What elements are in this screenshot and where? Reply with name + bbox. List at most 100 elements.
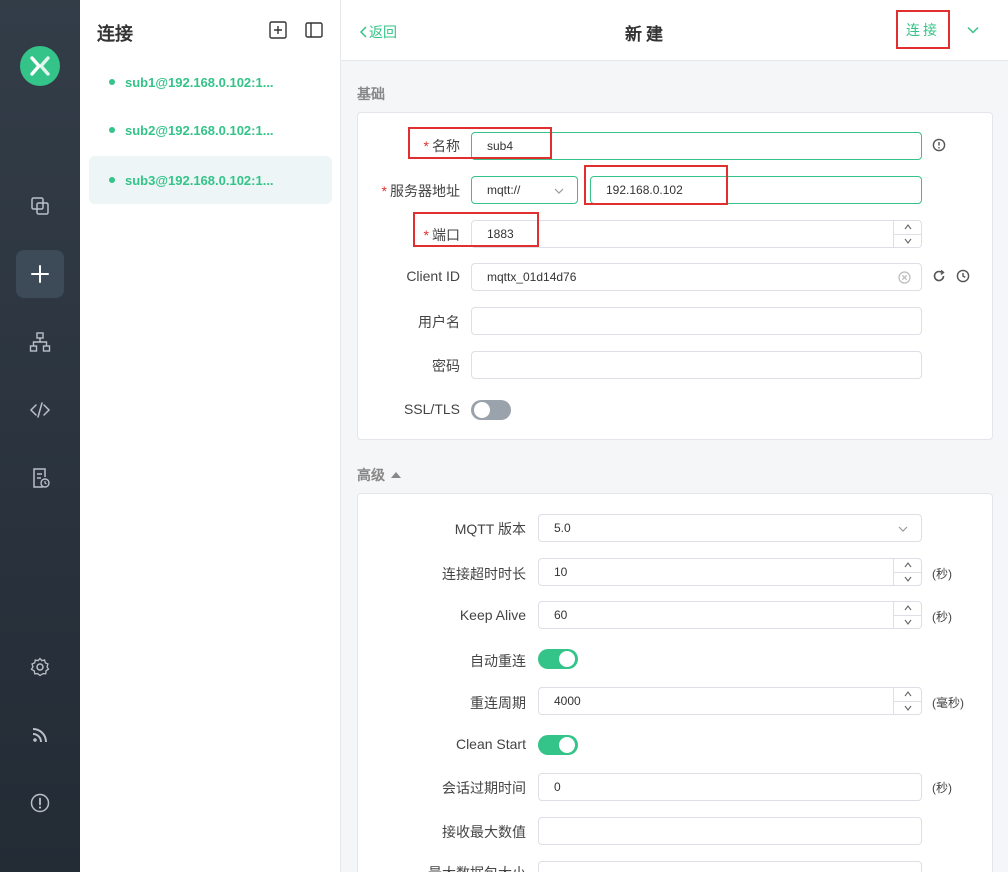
session-expiry-value: 0 bbox=[554, 780, 561, 794]
keepalive-label: Keep Alive bbox=[459, 607, 526, 623]
host-label: * 服务器地址 bbox=[381, 183, 460, 199]
toggle-sidebar-icon[interactable] bbox=[305, 21, 323, 39]
decrement-button[interactable] bbox=[894, 700, 921, 715]
plus-icon bbox=[31, 265, 49, 283]
connection-label: sub3@192.168.0.102:1... bbox=[125, 172, 274, 188]
connection-item[interactable]: sub3@192.168.0.102:1... bbox=[89, 156, 332, 204]
mqtt-version-value: 5.0 bbox=[554, 521, 571, 535]
timeout-value: 10 bbox=[554, 565, 568, 579]
chevron-down-icon bbox=[904, 705, 911, 711]
status-dot bbox=[109, 79, 115, 85]
port-value: 1883 bbox=[487, 227, 514, 241]
receive-max-input[interactable] bbox=[538, 817, 922, 845]
ssl-toggle[interactable] bbox=[471, 400, 511, 420]
connect-label: 连接 bbox=[906, 21, 940, 38]
chevron-up-icon bbox=[904, 691, 911, 697]
clean-start-label: Clean Start bbox=[455, 736, 526, 752]
decrement-button[interactable] bbox=[894, 571, 921, 586]
increment-button[interactable] bbox=[894, 559, 921, 572]
advanced-section-label[interactable]: 高级 bbox=[357, 465, 402, 485]
chevron-down-icon bbox=[904, 619, 911, 625]
decrement-button[interactable] bbox=[894, 614, 921, 629]
keepalive-value: 60 bbox=[554, 608, 568, 622]
nav-script-button[interactable] bbox=[16, 386, 64, 434]
clock-icon[interactable] bbox=[956, 269, 970, 283]
connection-item[interactable]: sub1@192.168.0.102:1... bbox=[89, 58, 332, 106]
increment-button[interactable] bbox=[894, 221, 921, 234]
name-input[interactable]: sub4 bbox=[471, 132, 922, 160]
reconnect-period-input[interactable]: 4000 bbox=[538, 687, 922, 715]
decrement-button[interactable] bbox=[894, 233, 921, 248]
auto-reconnect-toggle[interactable] bbox=[538, 649, 578, 669]
rss-icon bbox=[32, 728, 47, 743]
connection-item[interactable]: sub2@192.168.0.102:1... bbox=[89, 106, 332, 154]
protocol-value: mqtt:// bbox=[487, 183, 521, 197]
session-expiry-input[interactable]: 0 bbox=[538, 773, 922, 801]
code-icon bbox=[29, 402, 51, 418]
timeout-unit: (秒) bbox=[932, 567, 952, 581]
nav-topology-button[interactable] bbox=[16, 318, 64, 366]
nav-rail bbox=[0, 0, 80, 872]
protocol-select[interactable]: mqtt:// bbox=[471, 176, 578, 204]
username-input[interactable] bbox=[471, 307, 922, 335]
keepalive-unit: (秒) bbox=[932, 610, 952, 624]
port-label: * 端口 bbox=[423, 227, 460, 243]
nav-settings-button[interactable] bbox=[16, 643, 64, 691]
reconnect-period-unit: (毫秒) bbox=[932, 696, 964, 710]
nav-connections-button[interactable] bbox=[16, 182, 64, 230]
caret-up-icon bbox=[391, 472, 401, 478]
connect-button[interactable]: 连接 bbox=[896, 10, 950, 49]
chevron-down-icon bbox=[904, 238, 911, 244]
mqtt-version-label: MQTT 版本 bbox=[454, 521, 526, 537]
info-icon[interactable] bbox=[932, 138, 946, 152]
host-input[interactable]: 192.168.0.102 bbox=[590, 176, 922, 204]
password-input[interactable] bbox=[471, 351, 922, 379]
client-id-value: mqttx_01d14d76 bbox=[487, 270, 577, 284]
reconnect-period-label: 重连周期 bbox=[470, 695, 526, 711]
status-dot bbox=[109, 177, 115, 183]
toggle-knob bbox=[559, 651, 575, 667]
client-id-label: Client ID bbox=[406, 268, 460, 284]
refresh-icon[interactable] bbox=[932, 269, 946, 283]
client-id-input[interactable]: mqttx_01d14d76 bbox=[471, 263, 922, 291]
timeout-stepper bbox=[893, 559, 921, 585]
auto-reconnect-label: 自动重连 bbox=[470, 653, 526, 669]
increment-button[interactable] bbox=[894, 688, 921, 701]
app-logo bbox=[20, 46, 60, 86]
session-expiry-unit: (秒) bbox=[932, 781, 952, 795]
toggle-knob bbox=[559, 737, 575, 753]
max-packet-label: 最大数据包大小 bbox=[400, 863, 526, 872]
nav-new-connection-button[interactable] bbox=[16, 250, 64, 298]
chevron-down-icon[interactable] bbox=[965, 22, 981, 38]
add-connection-icon[interactable] bbox=[269, 21, 287, 39]
basic-section-label: 基础 bbox=[357, 86, 385, 102]
status-dot bbox=[109, 127, 115, 133]
chevron-up-icon bbox=[904, 562, 911, 568]
reconnect-period-value: 4000 bbox=[554, 694, 581, 708]
timeout-input[interactable]: 10 bbox=[538, 558, 922, 586]
chevron-up-icon bbox=[904, 224, 911, 230]
password-label: 密码 bbox=[432, 358, 460, 374]
mqtt-version-select[interactable]: 5.0 bbox=[538, 514, 922, 542]
info-icon bbox=[30, 793, 50, 813]
name-label: * 名称 bbox=[423, 138, 460, 154]
connection-label: sub1@192.168.0.102:1... bbox=[125, 74, 274, 90]
clean-start-toggle[interactable] bbox=[538, 735, 578, 755]
settings-icon bbox=[30, 657, 50, 677]
nav-log-button[interactable] bbox=[16, 454, 64, 502]
connections-icon bbox=[31, 197, 49, 215]
chevron-down-icon bbox=[898, 526, 908, 532]
receive-max-label: 接收最大数值 bbox=[442, 824, 526, 840]
page-header: 返回 新建 连接 bbox=[341, 0, 1008, 61]
nav-subscribe-button[interactable] bbox=[16, 711, 64, 759]
toggle-knob bbox=[474, 402, 490, 418]
ssl-label: SSL/TLS bbox=[403, 401, 460, 417]
nav-about-button[interactable] bbox=[16, 779, 64, 827]
clear-icon[interactable] bbox=[898, 271, 911, 284]
keepalive-input[interactable]: 60 bbox=[538, 601, 922, 629]
advanced-card bbox=[357, 493, 993, 872]
max-packet-input[interactable] bbox=[538, 861, 922, 872]
port-input[interactable]: 1883 bbox=[471, 220, 922, 248]
host-value: 192.168.0.102 bbox=[606, 183, 683, 197]
increment-button[interactable] bbox=[894, 602, 921, 615]
